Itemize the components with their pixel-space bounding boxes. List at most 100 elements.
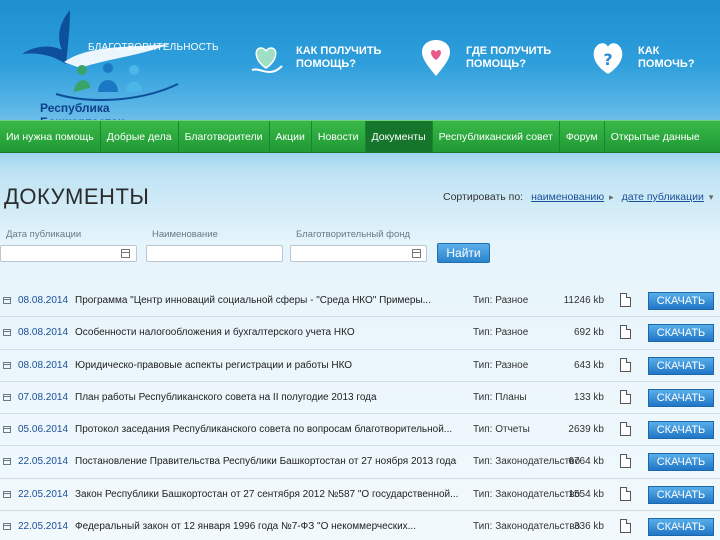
menu-item-need-help[interactable]: Ии нужна помощь: [0, 121, 101, 152]
document-title[interactable]: План работы Республиканского совета на I…: [75, 392, 465, 403]
documents-list: 08.08.2014 Программа "Центр инноваций соц…: [0, 285, 720, 540]
page-title: ДОКУМЕНТЫ: [4, 184, 150, 209]
logo-tagline: БЛАГОТВОРИТЕЛЬНОСТЬ: [88, 42, 219, 53]
document-type-prefix: Тип:: [473, 488, 493, 500]
document-type-prefix: Тип:: [473, 456, 493, 468]
calendar-icon: [3, 329, 11, 337]
svg-text:?: ?: [603, 50, 612, 69]
document-row: 07.08.2014 План работы Республиканского с…: [0, 382, 720, 415]
document-row: 08.08.2014 Особенности налогообложения и …: [0, 317, 720, 350]
document-row: 05.06.2014 Протокол заседания Республикан…: [0, 414, 720, 447]
sort-label: Сортировать по:: [443, 191, 524, 203]
document-date: 05.06.2014: [18, 424, 69, 436]
nav-line2: ПОМОЩЬ?: [296, 58, 357, 70]
document-type-value: Разное: [495, 359, 529, 371]
file-icon: [620, 519, 631, 534]
calendar-icon: [3, 523, 11, 531]
where-to-get-help-link[interactable]: ГДЕ ПОЛУЧИТЬ ПОМОЩЬ?: [414, 36, 566, 80]
document-row: 22.05.2014 Федеральный закон от 12 января…: [0, 511, 720, 540]
document-row: 08.08.2014 Программа "Центр инноваций соц…: [0, 285, 720, 318]
document-size: 6764 kb: [568, 456, 604, 468]
document-row: 22.05.2014 Закон Республики Башкортостан …: [0, 479, 720, 512]
fund-filter-label: Благотворительный фонд: [296, 229, 411, 240]
download-button[interactable]: СКАЧАТЬ: [648, 518, 714, 537]
calendar-icon: [3, 490, 11, 498]
menu-item-open-data[interactable]: Открытые данные: [605, 121, 706, 152]
download-button[interactable]: СКАЧАТЬ: [648, 324, 714, 343]
download-button[interactable]: СКАЧАТЬ: [648, 453, 714, 472]
name-filter-input[interactable]: [146, 245, 283, 262]
document-title[interactable]: Закон Республики Башкортостан от 27 сент…: [75, 489, 465, 500]
date-filter-label: Дата публикации: [6, 229, 82, 240]
menu-item-documents[interactable]: Документы: [365, 121, 433, 152]
document-date: 08.08.2014: [18, 327, 69, 339]
file-icon: [620, 357, 631, 372]
menu-item-campaigns[interactable]: Акции: [270, 121, 312, 152]
document-date: 07.08.2014: [18, 391, 69, 403]
document-date: 08.08.2014: [18, 295, 69, 306]
download-button[interactable]: СКАЧАТЬ: [648, 485, 714, 504]
how-to-help-link[interactable]: ? КАК ПОМОЧЬ?: [586, 36, 720, 80]
document-title[interactable]: Особенности налогообложения и бухгалтерс…: [75, 327, 465, 338]
menu-item-benefactors[interactable]: Благотворители: [179, 121, 270, 152]
sort-by-date-link[interactable]: дате публикации: [622, 191, 704, 203]
document-type: Тип: Разное: [473, 295, 528, 306]
date-filter-input[interactable]: [0, 245, 137, 262]
how-to-get-help-link[interactable]: КАК ПОЛУЧИТЬ ПОМОЩЬ?: [244, 36, 396, 80]
document-title[interactable]: Постановление Правительства Республики Б…: [75, 456, 465, 467]
file-icon: [620, 325, 631, 340]
menu-item-council[interactable]: Республиканский совет: [433, 121, 560, 152]
main-menu: Ии нужна помощь Добрые дела Благотворите…: [0, 120, 720, 153]
document-size: 1554 kb: [568, 488, 604, 500]
nav-line1: КАК ПОЛУЧИТЬ: [296, 45, 382, 57]
menu-item-forum[interactable]: Форум: [560, 121, 605, 152]
document-row: 22.05.2014 Постановление Правительства Ре…: [0, 446, 720, 479]
nav-line2: ПОМОЧЬ?: [638, 58, 695, 70]
sort-bar: Сортировать по: наименованию ▸ дате публ…: [443, 191, 713, 203]
document-type: Тип: Отчеты: [473, 424, 530, 435]
document-type-prefix: Тип:: [473, 521, 493, 533]
name-filter-label: Наименование: [152, 229, 218, 240]
document-size: 11246 kb: [563, 295, 604, 306]
document-size: 643 kb: [573, 359, 604, 371]
menu-item-good-deeds[interactable]: Добрые дела: [101, 121, 179, 152]
document-date: 22.05.2014: [18, 456, 69, 468]
heart-hand-icon: [244, 36, 288, 80]
site-logo[interactable]: БЛАГОТВОРИТЕЛЬНОСТЬ Республика Башкортос…: [10, 4, 219, 129]
document-date: 22.05.2014: [18, 488, 69, 500]
nav-line2: ПОМОЩЬ?: [466, 58, 527, 70]
document-title[interactable]: Федеральный закон от 12 января 1996 года…: [75, 521, 465, 532]
fund-filter-select[interactable]: [290, 245, 427, 262]
document-title[interactable]: Юридическо-правовые аспекты регистрации …: [75, 360, 465, 371]
file-icon: [620, 389, 631, 404]
document-date: 22.05.2014: [18, 521, 69, 533]
document-type-prefix: Тип:: [473, 359, 493, 371]
site-header: БЛАГОТВОРИТЕЛЬНОСТЬ Республика Башкортос…: [0, 0, 720, 129]
dropdown-icon[interactable]: [412, 249, 421, 258]
document-title[interactable]: Протокол заседания Республиканского сове…: [75, 424, 465, 435]
document-type: Тип: Разное: [473, 327, 528, 338]
find-button[interactable]: Найти: [437, 243, 490, 263]
document-size: 133 kb: [573, 391, 604, 403]
download-button[interactable]: СКАЧАТЬ: [648, 388, 714, 407]
document-type-value: Отчеты: [495, 424, 530, 436]
sort-by-name-link[interactable]: наименованию: [531, 191, 604, 203]
question-heart-icon: ?: [586, 36, 630, 80]
document-title[interactable]: Программа "Центр инноваций социальной сф…: [75, 295, 465, 306]
nav-line1: КАК: [638, 45, 660, 57]
sort-arrow-icon: ▸: [609, 191, 614, 202]
document-size: 336 kb: [573, 521, 604, 533]
document-type-prefix: Тип:: [473, 391, 493, 403]
sort-arrow-icon: ▾: [708, 191, 714, 202]
file-icon: [620, 486, 631, 501]
file-icon: [620, 454, 631, 469]
map-pin-heart-icon: [414, 36, 458, 80]
menu-item-news[interactable]: Новости: [312, 121, 366, 152]
download-button[interactable]: СКАЧАТЬ: [648, 356, 714, 375]
download-button[interactable]: СКАЧАТЬ: [648, 292, 714, 310]
document-size: 2639 kb: [568, 424, 604, 436]
calendar-icon[interactable]: [121, 249, 130, 258]
download-button[interactable]: СКАЧАТЬ: [648, 421, 714, 440]
document-type: Тип: Разное: [473, 360, 528, 371]
calendar-icon: [3, 297, 11, 304]
